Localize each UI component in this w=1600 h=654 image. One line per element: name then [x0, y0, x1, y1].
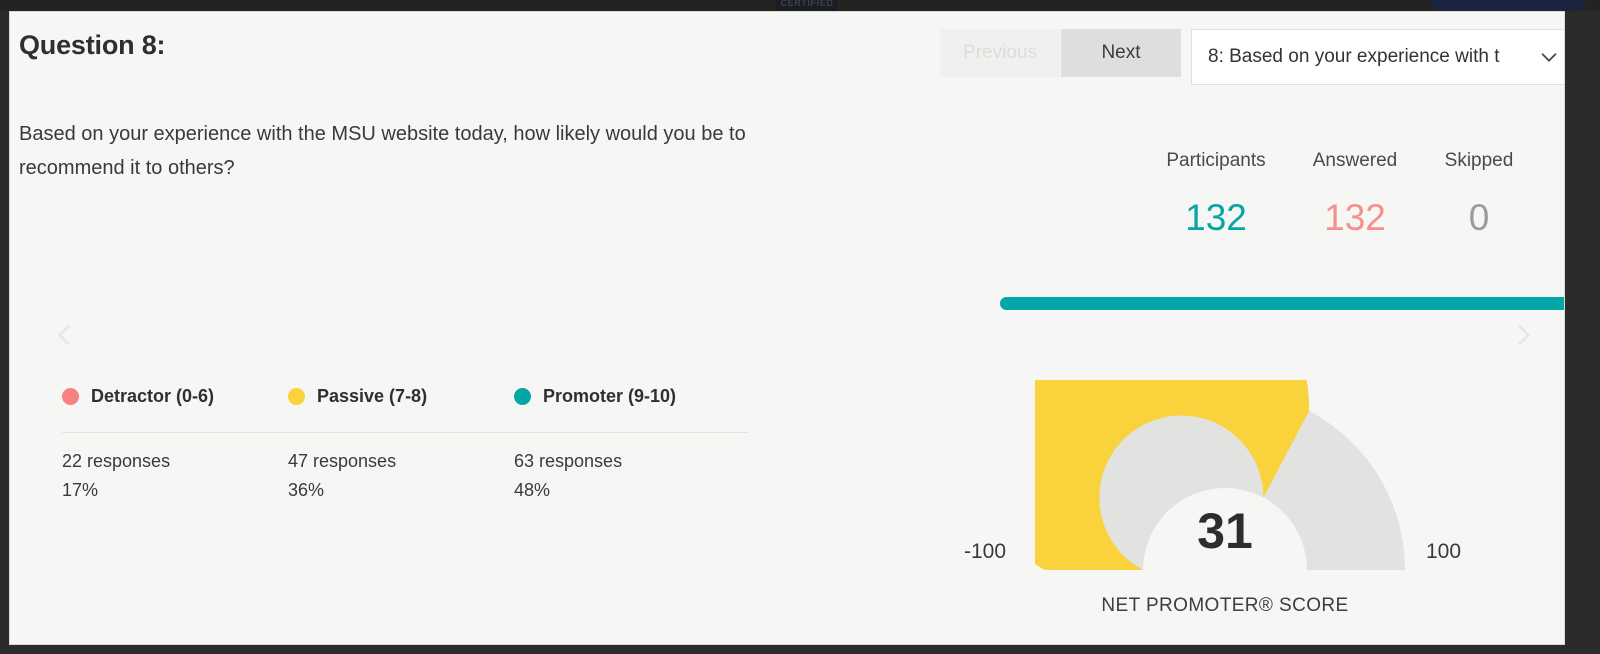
- stat-participants: Participants 132: [1141, 150, 1291, 236]
- legend-row: Detractor (0-6) Passive (7-8) Promoter (…: [62, 386, 752, 407]
- previous-question-button[interactable]: Previous: [940, 29, 1060, 77]
- gauge-max-label: 100: [1426, 540, 1462, 563]
- certified-badge: CERTIFIED: [776, 0, 838, 11]
- legend-percent-promoter: 48%: [514, 480, 551, 500]
- legend-dot-passive: [288, 388, 305, 405]
- legend-label-detractor: Detractor (0-6): [91, 386, 215, 406]
- legend-divider: [62, 432, 748, 433]
- chevron-down-icon: [1541, 53, 1557, 62]
- question-body-text: Based on your experience with the MSU we…: [19, 123, 746, 179]
- legend-responses-promoter: 63 responses: [514, 451, 623, 471]
- question-select-value: 8: Based on your experience with t: [1208, 46, 1500, 67]
- legend-dot-promoter: [514, 388, 531, 405]
- question-report-card: Question 8: Based on your experience wit…: [9, 11, 1565, 645]
- stat-participants-value: 132: [1185, 197, 1247, 238]
- legend-item-passive: Passive (7-8): [288, 386, 514, 407]
- legend-responses-detractor: 22 responses: [62, 451, 171, 471]
- legend-percent-passive: 36%: [288, 480, 325, 500]
- chevron-left-icon[interactable]: [52, 315, 78, 355]
- next-question-button[interactable]: Next: [1061, 29, 1181, 77]
- legend-stat-promoter: 63 responses 48%: [514, 451, 740, 501]
- stat-skipped: Skipped 0: [1419, 150, 1539, 236]
- browser-topbar: CERTIFIED: [0, 0, 1600, 11]
- legend-stat-detractor: 22 responses 17%: [62, 451, 288, 501]
- response-progress-fill: [1000, 297, 1564, 310]
- gauge-wrap: 31 -100 100 NET PROMOTER® SCORE: [960, 380, 1490, 616]
- stat-answered-value: 132: [1324, 197, 1386, 238]
- legend-label-passive: Passive (7-8): [317, 386, 428, 406]
- gauge-min-label: -100: [964, 540, 1007, 563]
- gauge-score-value: 31: [1197, 503, 1253, 559]
- stat-answered-label: Answered: [1312, 150, 1398, 171]
- question-select-dropdown[interactable]: 8: Based on your experience with t: [1191, 29, 1564, 85]
- legend-item-detractor: Detractor (0-6): [62, 386, 288, 407]
- chevron-right-icon[interactable]: [1510, 315, 1536, 355]
- legend-label-promoter: Promoter (9-10): [543, 386, 677, 406]
- stat-skipped-value: 0: [1468, 197, 1490, 238]
- stats-row: Participants 132 Answered 132 Skipped 0: [1141, 150, 1561, 236]
- response-stats: Participants 132 Answered 132 Skipped 0: [1141, 150, 1561, 236]
- legend-responses-passive: 47 responses: [288, 451, 397, 471]
- gauge-caption: NET PROMOTER® SCORE: [1101, 595, 1349, 616]
- nps-legend: Detractor (0-6) Passive (7-8) Promoter (…: [62, 386, 752, 501]
- stat-skipped-label: Skipped: [1444, 150, 1514, 171]
- legend-percent-detractor: 17%: [62, 480, 99, 500]
- topbar-action-pill[interactable]: [1432, 0, 1586, 10]
- legend-dot-detractor: [62, 388, 79, 405]
- legend-stats-row: 22 responses 17% 47 responses 36% 63 res…: [62, 451, 752, 501]
- stat-participants-label: Participants: [1166, 150, 1266, 171]
- legend-stat-passive: 47 responses 36%: [288, 451, 514, 501]
- legend-item-promoter: Promoter (9-10): [514, 386, 740, 407]
- nps-gauge: 31 -100 100 NET PROMOTER® SCORE: [960, 380, 1490, 616]
- stat-answered: Answered 132: [1291, 150, 1419, 236]
- response-progress-bar: [1000, 297, 1564, 310]
- app-root: CERTIFIED Question 8: Based on your expe…: [0, 0, 1600, 654]
- page-title: Question 8:: [19, 30, 166, 60]
- question-navigation: Previous Next 8: Based on your experienc…: [940, 29, 1564, 85]
